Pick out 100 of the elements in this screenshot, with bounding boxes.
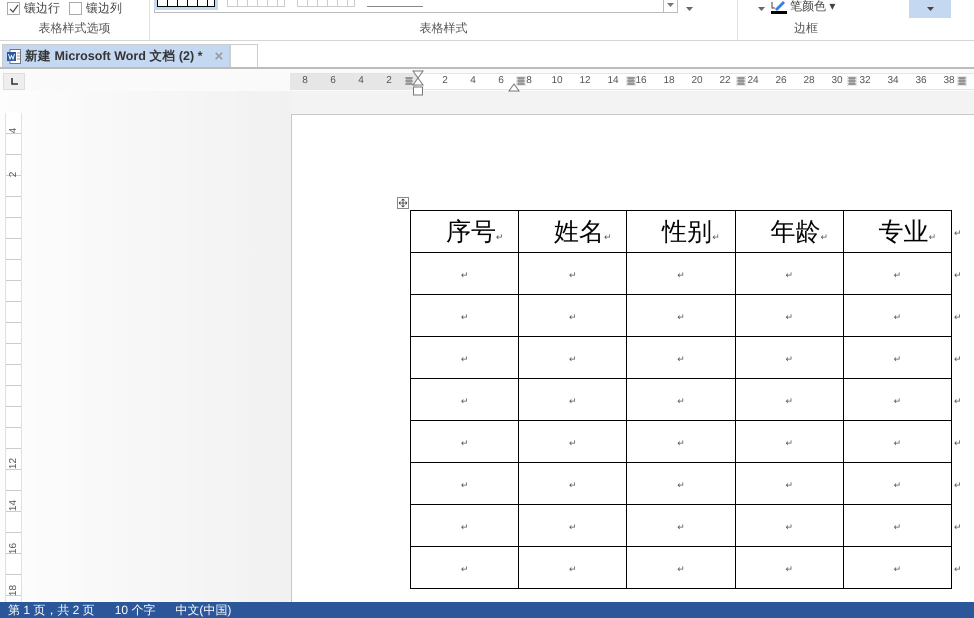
paragraph-mark: ↵ xyxy=(894,522,902,532)
paragraph-mark: ↵ xyxy=(785,312,793,322)
ruler-number: 2 xyxy=(441,75,449,86)
ruler-number: 2 xyxy=(8,170,19,180)
row-end-mark: ↵ xyxy=(954,228,962,238)
row-end-mark: ↵ xyxy=(954,396,962,406)
row-end-mark: ↵ xyxy=(954,438,962,448)
group-label: 表格样式选项 xyxy=(38,20,112,37)
column-marker-icon[interactable] xyxy=(404,76,414,86)
paragraph-mark: ↵ xyxy=(460,480,468,490)
ruler-number: 8 xyxy=(301,75,309,86)
row-end-mark: ↵ xyxy=(954,522,962,532)
ruler-number: 12 xyxy=(579,75,591,86)
document-tab[interactable]: 新建 Microsoft Word 文档 (2) * × xyxy=(2,44,230,67)
paragraph-mark: ↵ xyxy=(569,522,577,532)
dropdown-arrow-icon[interactable] xyxy=(758,7,765,11)
ruler-number: 2 xyxy=(385,75,393,86)
pen-icon xyxy=(771,0,787,14)
status-text: 第 1 页，共 2 页 xyxy=(8,602,95,618)
ruler-number: 4 xyxy=(8,126,19,136)
ruler-number: 4 xyxy=(469,75,477,86)
ruler-number: 26 xyxy=(775,75,787,86)
ruler-number: 6 xyxy=(329,75,337,86)
ruler-number: 28 xyxy=(803,75,815,86)
ruler-number: 18 xyxy=(8,584,19,597)
checkbox-label: 镶边行 xyxy=(24,0,60,17)
ruler-number: 4 xyxy=(357,75,365,86)
paragraph-mark: ↵ xyxy=(677,270,685,280)
paragraph-mark: ↵ xyxy=(460,312,468,322)
ruler-number: 34 xyxy=(887,75,899,86)
column-marker-icon[interactable] xyxy=(736,76,746,86)
paragraph-mark: ↵ xyxy=(569,480,577,490)
paragraph-mark: ↵ xyxy=(569,438,577,448)
ruler-number: 8 xyxy=(525,75,533,86)
column-marker-icon[interactable] xyxy=(847,76,857,86)
move-handle-icon[interactable] xyxy=(397,197,409,209)
paragraph-mark: ↵ xyxy=(677,312,685,322)
paragraph-mark: ↵ xyxy=(785,564,793,574)
dropdown-arrow-icon[interactable] xyxy=(686,7,693,11)
paragraph-mark: ↵ xyxy=(460,438,468,448)
horizontal-ruler[interactable]: 8 6 4 2 2 4 6 8 10 12 14 16 18 20 22 24 26 28 30 32 34 36 38 xyxy=(290,73,974,90)
column-marker-icon[interactable] xyxy=(957,76,967,86)
pen-color-button[interactable]: 笔颜色 ▾ xyxy=(771,0,836,15)
row-end-mark: ↵ xyxy=(954,564,962,574)
paragraph-mark: ↵ xyxy=(569,396,577,406)
ruler-number: 18 xyxy=(663,75,675,86)
paragraph-mark: ↵ xyxy=(460,354,468,364)
paragraph-mark: ↵ xyxy=(785,480,793,490)
tab-selector-button[interactable] xyxy=(3,73,25,90)
tab-title: 新建 Microsoft Word 文档 (2) * xyxy=(25,48,202,64)
paragraph-mark: ↵ xyxy=(460,564,468,574)
paragraph-mark: ↵ xyxy=(460,522,468,532)
paragraph-mark: ↵ xyxy=(460,396,468,406)
paragraph-mark: ↵ xyxy=(785,270,793,280)
paragraph-mark: ↵ xyxy=(785,396,793,406)
checkbox-label: 镶边列 xyxy=(86,0,122,17)
tab-stop-icon xyxy=(10,78,18,85)
paragraph-mark: ↵ xyxy=(460,270,468,280)
paragraph-mark: ↵ xyxy=(677,438,685,448)
ruler-number: 14 xyxy=(8,499,19,512)
paragraph-mark: ↵ xyxy=(569,564,577,574)
ruler-number: 16 xyxy=(635,75,647,86)
ruler-number: 12 xyxy=(8,457,19,470)
caret-icon xyxy=(667,3,674,7)
paragraph-mark: ↵ xyxy=(785,438,793,448)
ruler-number: 22 xyxy=(719,75,731,86)
paragraph-mark: ↵ xyxy=(785,522,793,532)
group-label: 表格样式 xyxy=(418,20,468,37)
header-cell-text: 年龄↵ xyxy=(769,217,828,246)
vertical-ruler[interactable]: 4 2 12 14 16 18 xyxy=(5,113,22,602)
header-cell-text: 性别↵ xyxy=(660,217,720,246)
paragraph-mark: ↵ xyxy=(894,480,902,490)
ruler-number: 30 xyxy=(831,75,843,86)
paragraph-mark: ↵ xyxy=(569,312,577,322)
paragraph-mark: ↵ xyxy=(569,354,577,364)
ruler-number: 16 xyxy=(8,542,19,555)
header-cell-text: 专业↵ xyxy=(878,217,936,246)
row-end-mark: ↵ xyxy=(954,354,962,364)
status-text: 中文(中国) xyxy=(175,602,232,618)
column-marker-icon[interactable] xyxy=(516,76,526,86)
column-marker-icon[interactable] xyxy=(626,76,636,86)
row-end-mark: ↵ xyxy=(954,480,962,490)
paragraph-mark: ↵ xyxy=(894,270,902,280)
ruler-number: 24 xyxy=(747,75,759,86)
paragraph-mark: ↵ xyxy=(894,564,902,574)
indent-marker-icon[interactable] xyxy=(412,70,424,96)
caret-icon xyxy=(926,7,934,11)
gallery-scroll-button[interactable] xyxy=(663,0,677,12)
table-style-thumbnail[interactable] xyxy=(157,0,215,7)
word-document-icon xyxy=(7,48,21,64)
paragraph-mark: ↵ xyxy=(677,522,685,532)
checkbox[interactable] xyxy=(7,2,20,15)
paragraph-mark: ↵ xyxy=(677,354,685,364)
paragraph-mark: ↵ xyxy=(677,480,685,490)
ruler-number: 14 xyxy=(607,75,619,86)
ruler-number: 20 xyxy=(691,75,703,86)
paragraph-mark: ↵ xyxy=(677,396,685,406)
checkbox[interactable] xyxy=(69,2,82,15)
row-end-mark: ↵ xyxy=(954,270,962,280)
paragraph-mark: ↵ xyxy=(894,438,902,448)
